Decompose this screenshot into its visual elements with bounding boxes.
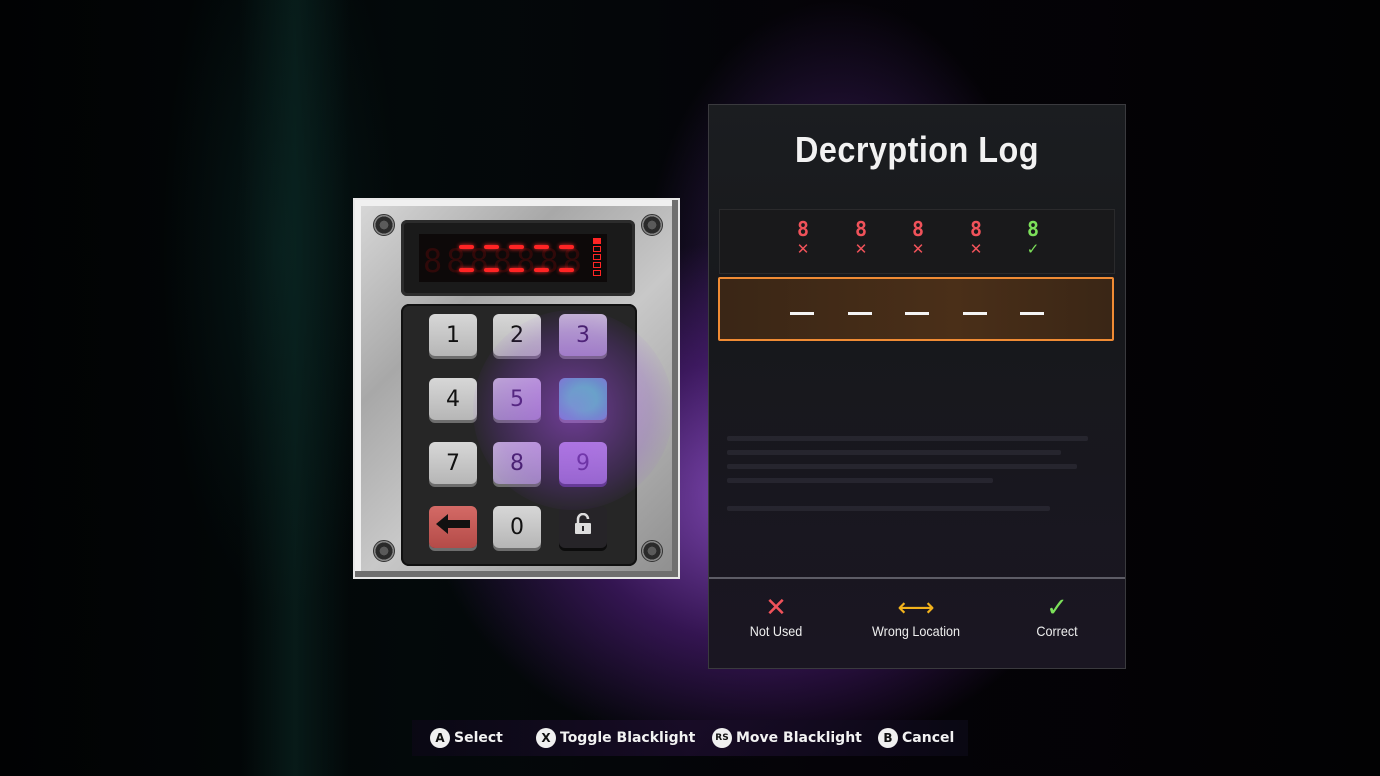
prompt-toggle-blacklight[interactable]: X Toggle Blacklight xyxy=(536,728,695,748)
input-slot[interactable] xyxy=(905,312,929,315)
guess-cell: 8 ✕ xyxy=(903,218,933,258)
x-icon: ✕ xyxy=(854,240,868,258)
guess-digit: 8 xyxy=(1026,217,1040,241)
attempt-slot xyxy=(593,262,601,268)
entry-dash xyxy=(484,245,499,249)
button-prompts-bar: A Select X Toggle Blacklight RS Move Blacklig… xyxy=(412,720,968,756)
key-8[interactable]: 8 xyxy=(493,442,541,484)
prompt-label: Move Blacklight xyxy=(736,730,862,746)
keypad-display: 8888888 xyxy=(401,220,635,296)
decryption-log-panel: Decryption Log 8 ✕ 8 ✕ 8 ✕ 8 ✕ 8 ✓ ✕ Not Used ⟷ Wron… xyxy=(708,104,1126,669)
key-label: 7 xyxy=(446,450,460,476)
legend-item-correct: ✓ Correct xyxy=(992,593,1122,639)
key-3[interactable]: 3 xyxy=(559,314,607,356)
key-1[interactable]: 1 xyxy=(429,314,477,356)
code-dash xyxy=(484,268,499,272)
screw-icon xyxy=(373,214,395,236)
entry-dash xyxy=(559,245,574,249)
guess-digit: 8 xyxy=(969,217,983,241)
screw-icon xyxy=(641,540,663,562)
legend-divider xyxy=(709,577,1125,579)
prompt-label: Select xyxy=(454,730,503,746)
attempt-slot xyxy=(593,238,601,244)
screw-icon xyxy=(641,214,663,236)
button-x-icon: X xyxy=(536,728,556,748)
attempt-slot xyxy=(593,270,601,276)
attempts-indicator xyxy=(593,238,601,276)
guess-digit: 8 xyxy=(854,217,868,241)
unlock-icon xyxy=(574,512,592,541)
display-entry-row xyxy=(459,245,574,249)
code-dash xyxy=(534,268,549,272)
arrow-left-icon xyxy=(436,514,470,540)
prompt-select[interactable]: A Select xyxy=(430,728,503,748)
check-icon: ✓ xyxy=(1046,593,1068,623)
attempt-slot xyxy=(593,246,601,252)
entry-dash xyxy=(509,245,524,249)
x-icon: ✕ xyxy=(969,240,983,258)
code-dash xyxy=(509,268,524,272)
legend-label: Wrong Location xyxy=(871,623,961,639)
guess-cell: 8 ✓ xyxy=(1018,218,1048,258)
guess-cell: 8 ✕ xyxy=(788,218,818,258)
keypad-buttons-panel: 1 2 3 4 5 7 8 9 0 xyxy=(401,304,637,566)
current-input-row xyxy=(718,277,1114,341)
key-label: 8 xyxy=(510,450,524,476)
entry-dash xyxy=(534,245,549,249)
guess-cell: 8 ✕ xyxy=(846,218,876,258)
button-rs-icon: RS xyxy=(712,728,732,748)
key-label: 3 xyxy=(576,322,590,348)
previous-guess-row: 8 ✕ 8 ✕ 8 ✕ 8 ✕ 8 ✓ xyxy=(719,209,1115,274)
light-beam xyxy=(240,0,350,776)
key-label: 5 xyxy=(510,386,524,412)
check-icon: ✓ xyxy=(1026,240,1040,258)
prompt-label: Toggle Blacklight xyxy=(560,730,696,746)
input-slot[interactable] xyxy=(1020,312,1044,315)
x-icon: ✕ xyxy=(911,240,925,258)
guess-cell: 8 ✕ xyxy=(961,218,991,258)
input-slot[interactable] xyxy=(963,312,987,315)
legend-label: Not Used xyxy=(749,623,803,639)
legend-item-not-used: ✕ Not Used xyxy=(711,593,841,639)
log-title: Decryption Log xyxy=(795,129,1039,170)
x-icon: ✕ xyxy=(796,240,810,258)
guess-digit: 8 xyxy=(796,217,810,241)
prompt-cancel[interactable]: B Cancel xyxy=(878,728,954,748)
unlock-key[interactable] xyxy=(559,506,607,548)
key-label: 2 xyxy=(510,322,524,348)
key-4[interactable]: 4 xyxy=(429,378,477,420)
keypad: 8888888 1 2 3 4 5 7 8 9 0 xyxy=(353,198,680,579)
double-arrow-icon: ⟷ xyxy=(897,593,935,623)
backspace-key[interactable] xyxy=(429,506,477,548)
prompt-label: Cancel xyxy=(902,730,955,746)
key-label: 0 xyxy=(510,514,524,540)
key-2[interactable]: 2 xyxy=(493,314,541,356)
key-label: 1 xyxy=(446,322,460,348)
button-b-icon: B xyxy=(878,728,898,748)
legend-item-wrong-location: ⟷ Wrong Location xyxy=(851,593,981,639)
display-code-row xyxy=(459,268,574,272)
legend-label: Correct xyxy=(1036,623,1078,639)
key-label: 4 xyxy=(446,386,460,412)
input-slot[interactable] xyxy=(790,312,814,315)
key-9[interactable]: 9 xyxy=(559,442,607,484)
x-icon: ✕ xyxy=(765,593,787,623)
screw-icon xyxy=(373,540,395,562)
code-dash xyxy=(459,268,474,272)
code-dash xyxy=(559,268,574,272)
entry-dash xyxy=(459,245,474,249)
key-7[interactable]: 7 xyxy=(429,442,477,484)
prompt-move-blacklight[interactable]: RS Move Blacklight xyxy=(712,728,862,748)
key-5[interactable]: 5 xyxy=(493,378,541,420)
key-0[interactable]: 0 xyxy=(493,506,541,548)
attempt-slot xyxy=(593,254,601,260)
scene-background xyxy=(0,0,1380,776)
button-a-icon: A xyxy=(430,728,450,748)
display-screen: 8888888 xyxy=(419,234,607,282)
input-slot[interactable] xyxy=(848,312,872,315)
key-fingerprinted[interactable] xyxy=(559,378,607,420)
guess-digit: 8 xyxy=(911,217,925,241)
key-label: 9 xyxy=(576,450,590,476)
faded-background-text xyxy=(727,427,1107,537)
